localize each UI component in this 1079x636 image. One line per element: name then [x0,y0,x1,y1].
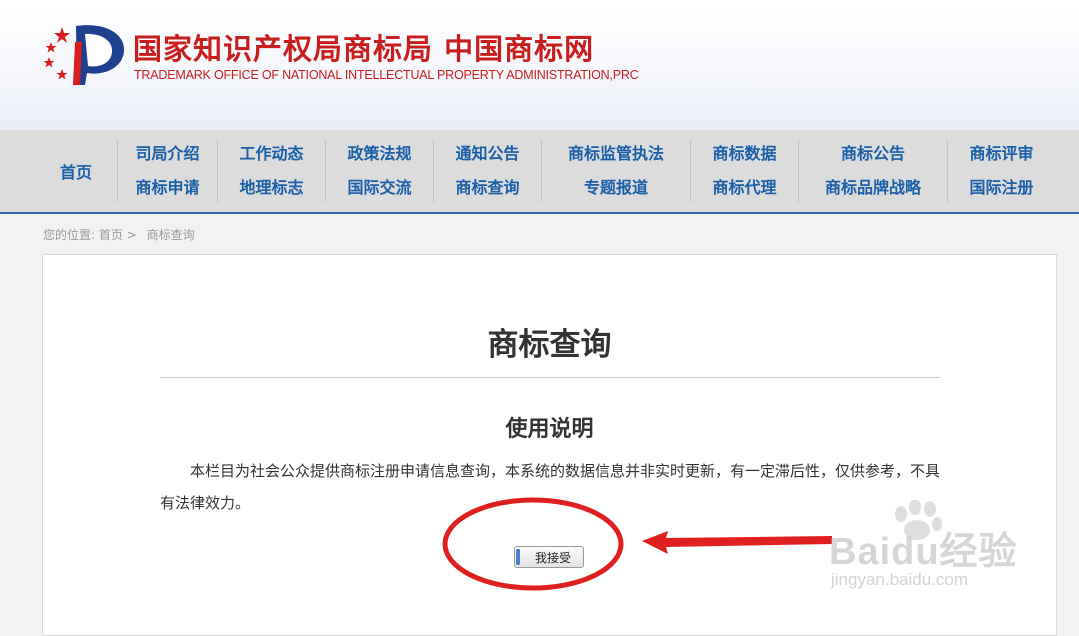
usage-notice-text: 本栏目为社会公众提供商标注册申请信息查询，本系统的数据信息并非实时更新，有一定滞… [160,462,941,512]
site-header: 国家知识产权局商标局 中国商标网 TRADEMARK OFFICE OF NAT… [0,0,1079,130]
nav-item-brand-strategy[interactable]: 商标品牌战略 [825,174,921,202]
nav-item-trademark-search[interactable]: 商标查询 [455,174,519,202]
nav-item-trademark-application[interactable]: 商标申请 [135,174,199,202]
watermark-url: jingyan.baidu.com [831,570,969,589]
accept-button-label: 我接受 [534,550,571,565]
nav-column-5: 商标监管执法 专题报道 [542,140,690,202]
nav-item-trademark-data[interactable]: 商标数据 [712,140,776,168]
nav-column-1: 司局介绍 商标申请 [118,140,217,202]
nav-item-geographic-indications[interactable]: 地理标志 [239,174,303,202]
breadcrumb-home-link[interactable]: 首页 [99,228,123,242]
site-subtitle: TRADEMARK OFFICE OF NATIONAL INTELLECTUA… [134,68,639,82]
cnipa-logo-icon[interactable] [40,22,128,88]
nav-column-3: 政策法规 国际交流 [326,140,433,202]
nav-column-4: 通知公告 商标查询 [434,140,541,202]
button-accent [516,549,520,565]
nav-item-trademark-agency[interactable]: 商标代理 [712,174,776,202]
accept-button[interactable]: 我接受 [514,546,584,568]
breadcrumb: 您的位置: 首页 > 商标查询 [43,226,195,243]
baidu-watermark: Baidu经验 jingyan.baidu.com [829,500,1029,595]
nav-item-bureau-intro[interactable]: 司局介绍 [135,140,199,168]
usage-instructions-title: 使用说明 [505,416,594,442]
nav-home[interactable]: 首页 [40,130,112,212]
nav-item-international-registration[interactable]: 国际注册 [969,174,1033,202]
title-divider [160,377,940,378]
nav-item-policies-regulations[interactable]: 政策法规 [347,140,411,168]
watermark-brand: Baidu经验 [829,531,1018,573]
main-nav: 首页 司局介绍 商标申请 工作动态 地理标志 政策法规 国际交流 通知公告 商标… [0,130,1079,214]
nav-item-notices[interactable]: 通知公告 [455,140,519,168]
nav-item-trademark-gazette[interactable]: 商标公告 [841,140,905,168]
nav-item-international-exchange[interactable]: 国际交流 [347,174,411,202]
nav-item-work-news[interactable]: 工作动态 [239,140,303,168]
breadcrumb-separator: > [126,228,137,242]
nav-column-2: 工作动态 地理标志 [218,140,325,202]
breadcrumb-prefix: 您的位置: [43,228,96,242]
page-title: 商标查询 [487,327,612,363]
nav-column-6: 商标数据 商标代理 [691,140,798,202]
nav-item-supervision-enforcement[interactable]: 商标监管执法 [568,140,664,168]
breadcrumb-current: 商标查询 [146,228,195,242]
nav-item-trademark-review[interactable]: 商标评审 [969,140,1033,168]
nav-column-7: 商标公告 商标品牌战略 [799,140,947,202]
site-title[interactable]: 国家知识产权局商标局 中国商标网 [133,26,594,68]
nav-column-8: 商标评审 国际注册 [948,140,1055,202]
nav-item-special-reports[interactable]: 专题报道 [584,174,648,202]
